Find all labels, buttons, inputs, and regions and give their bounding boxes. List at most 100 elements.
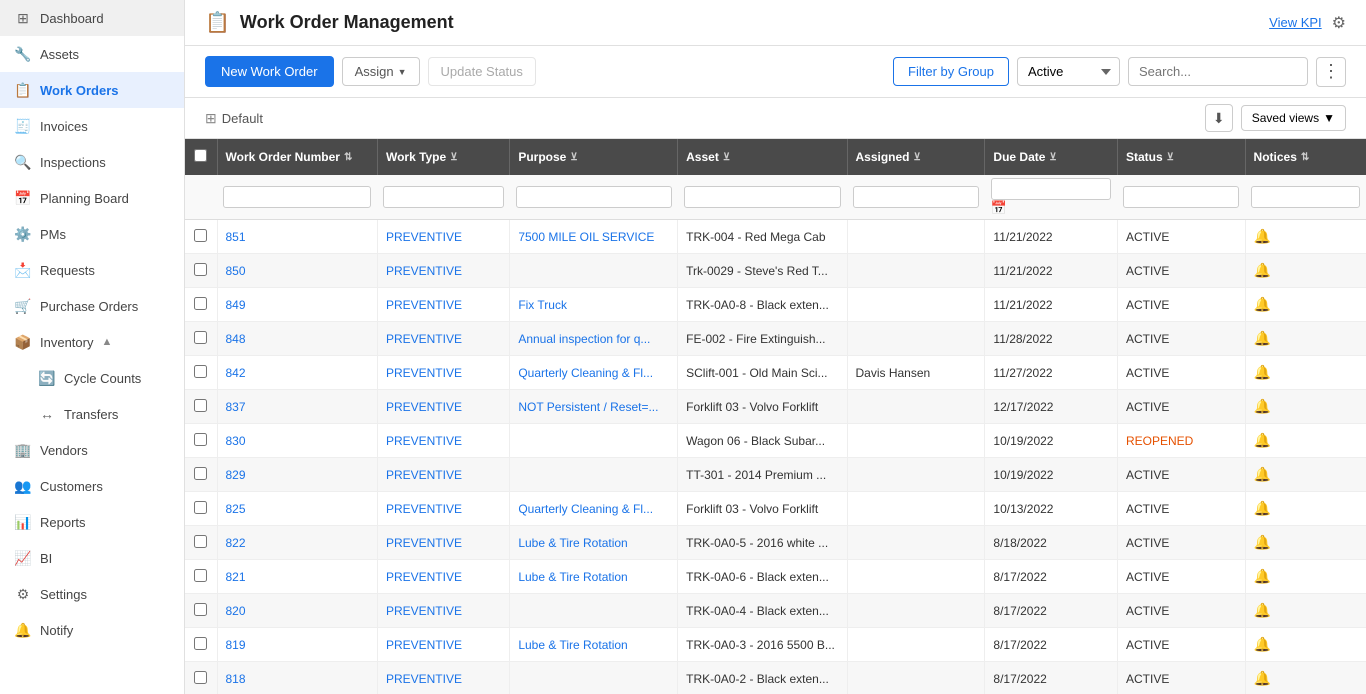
row-checkbox-col[interactable] xyxy=(185,458,217,492)
row-checkbox[interactable] xyxy=(194,671,207,684)
notice-icon[interactable]: 🔔 xyxy=(1254,500,1271,516)
table-row[interactable]: 851 PREVENTIVE 7500 MILE OIL SERVICE TRK… xyxy=(185,220,1366,254)
filter-by-group-button[interactable]: Filter by Group xyxy=(893,57,1009,86)
new-work-order-button[interactable]: New Work Order xyxy=(205,56,334,87)
row-wo-number[interactable]: 818 xyxy=(217,662,377,694)
notice-icon[interactable]: 🔔 xyxy=(1254,432,1271,448)
notice-icon[interactable]: 🔔 xyxy=(1254,568,1271,584)
row-checkbox-col[interactable] xyxy=(185,424,217,458)
table-row[interactable]: 849 PREVENTIVE Fix Truck TRK-0A0-8 - Bla… xyxy=(185,288,1366,322)
row-checkbox[interactable] xyxy=(194,569,207,582)
sidebar-item-inspections[interactable]: 🔍Inspections xyxy=(0,144,184,180)
row-checkbox-col[interactable] xyxy=(185,594,217,628)
row-notice[interactable]: 🔔 xyxy=(1245,356,1366,390)
sidebar-item-customers[interactable]: 👥Customers xyxy=(0,468,184,504)
row-notice[interactable]: 🔔 xyxy=(1245,424,1366,458)
sidebar-item-settings[interactable]: ⚙Settings xyxy=(0,576,184,612)
row-notice[interactable]: 🔔 xyxy=(1245,560,1366,594)
row-notice[interactable]: 🔔 xyxy=(1245,288,1366,322)
notice-icon[interactable]: 🔔 xyxy=(1254,466,1271,482)
table-row[interactable]: 821 PREVENTIVE Lube & Tire Rotation TRK-… xyxy=(185,560,1366,594)
row-checkbox-col[interactable] xyxy=(185,526,217,560)
row-checkbox[interactable] xyxy=(194,365,207,378)
filter-purpose[interactable] xyxy=(510,175,678,220)
th-work-type[interactable]: Work Type⊻ xyxy=(377,139,509,175)
th-due-date[interactable]: Due Date⊻ xyxy=(985,139,1118,175)
row-checkbox[interactable] xyxy=(194,637,207,650)
notice-icon[interactable]: 🔔 xyxy=(1254,364,1271,380)
notice-icon[interactable]: 🔔 xyxy=(1254,602,1271,618)
th-checkbox[interactable] xyxy=(185,139,217,175)
inventory-toggle-icon[interactable]: ▲ xyxy=(101,336,122,348)
row-wo-number[interactable]: 848 xyxy=(217,322,377,356)
saved-views-button[interactable]: Saved views ▼ xyxy=(1241,105,1346,131)
filter-due-date[interactable]: 📅 xyxy=(985,175,1118,220)
filter-assigned-input[interactable] xyxy=(853,186,979,208)
row-notice[interactable]: 🔔 xyxy=(1245,492,1366,526)
sidebar-item-bi[interactable]: 📈BI xyxy=(0,540,184,576)
filter-asset[interactable] xyxy=(678,175,847,220)
row-wo-number[interactable]: 850 xyxy=(217,254,377,288)
download-button[interactable]: ⬇ xyxy=(1205,104,1233,132)
row-wo-number[interactable]: 829 xyxy=(217,458,377,492)
row-wo-number[interactable]: 849 xyxy=(217,288,377,322)
row-wo-number[interactable]: 825 xyxy=(217,492,377,526)
table-row[interactable]: 830 PREVENTIVE Wagon 06 - Black Subar...… xyxy=(185,424,1366,458)
th-status[interactable]: Status⊻ xyxy=(1117,139,1245,175)
notice-icon[interactable]: 🔔 xyxy=(1254,636,1271,652)
th-asset[interactable]: Asset⊻ xyxy=(678,139,847,175)
row-notice[interactable]: 🔔 xyxy=(1245,526,1366,560)
row-notice[interactable]: 🔔 xyxy=(1245,628,1366,662)
table-row[interactable]: 829 PREVENTIVE TT-301 - 2014 Premium ...… xyxy=(185,458,1366,492)
row-notice[interactable]: 🔔 xyxy=(1245,254,1366,288)
table-row[interactable]: 848 PREVENTIVE Annual inspection for q..… xyxy=(185,322,1366,356)
table-row[interactable]: 842 PREVENTIVE Quarterly Cleaning & Fl..… xyxy=(185,356,1366,390)
row-checkbox[interactable] xyxy=(194,501,207,514)
row-wo-number[interactable]: 822 xyxy=(217,526,377,560)
row-notice[interactable]: 🔔 xyxy=(1245,458,1366,492)
notice-icon[interactable]: 🔔 xyxy=(1254,262,1271,278)
row-wo-number[interactable]: 821 xyxy=(217,560,377,594)
sidebar-item-notify[interactable]: 🔔Notify xyxy=(0,612,184,648)
row-checkbox-col[interactable] xyxy=(185,492,217,526)
table-row[interactable]: 837 PREVENTIVE NOT Persistent / Reset=..… xyxy=(185,390,1366,424)
row-checkbox[interactable] xyxy=(194,433,207,446)
sidebar-item-planning-board[interactable]: 📅Planning Board xyxy=(0,180,184,216)
row-checkbox[interactable] xyxy=(194,535,207,548)
notice-icon[interactable]: 🔔 xyxy=(1254,296,1271,312)
filter-asset-input[interactable] xyxy=(684,186,841,208)
sidebar-item-pms[interactable]: ⚙️PMs xyxy=(0,216,184,252)
sidebar-item-dashboard[interactable]: ⊞Dashboard xyxy=(0,0,184,36)
sidebar-item-vendors[interactable]: 🏢Vendors xyxy=(0,432,184,468)
row-notice[interactable]: 🔔 xyxy=(1245,390,1366,424)
row-wo-number[interactable]: 851 xyxy=(217,220,377,254)
sidebar-item-requests[interactable]: 📩Requests xyxy=(0,252,184,288)
row-checkbox[interactable] xyxy=(194,331,207,344)
filter-status-input[interactable] xyxy=(1123,186,1239,208)
row-wo-number[interactable]: 820 xyxy=(217,594,377,628)
row-notice[interactable]: 🔔 xyxy=(1245,594,1366,628)
status-filter-select[interactable]: ActiveAllCompletedReopened xyxy=(1017,57,1120,86)
row-checkbox-col[interactable] xyxy=(185,356,217,390)
row-checkbox[interactable] xyxy=(194,263,207,276)
table-row[interactable]: 825 PREVENTIVE Quarterly Cleaning & Fl..… xyxy=(185,492,1366,526)
th-assigned[interactable]: Assigned⊻ xyxy=(847,139,985,175)
row-wo-number[interactable]: 837 xyxy=(217,390,377,424)
sidebar-item-transfers[interactable]: ↔Transfers xyxy=(0,396,184,432)
notice-icon[interactable]: 🔔 xyxy=(1254,398,1271,414)
assign-button[interactable]: Assign ▼ xyxy=(342,57,420,86)
th-wo-number[interactable]: Work Order Number⇅ xyxy=(217,139,377,175)
view-kpi-link[interactable]: View KPI xyxy=(1269,15,1322,30)
select-all-checkbox[interactable] xyxy=(194,149,207,162)
row-checkbox[interactable] xyxy=(194,603,207,616)
notice-icon[interactable]: 🔔 xyxy=(1254,330,1271,346)
row-checkbox-col[interactable] xyxy=(185,628,217,662)
sidebar-item-inventory[interactable]: 📦Inventory▲ xyxy=(0,324,184,360)
row-checkbox-col[interactable] xyxy=(185,390,217,424)
row-wo-number[interactable]: 830 xyxy=(217,424,377,458)
filter-assigned[interactable] xyxy=(847,175,985,220)
sidebar-item-purchase-orders[interactable]: 🛒Purchase Orders xyxy=(0,288,184,324)
table-row[interactable]: 822 PREVENTIVE Lube & Tire Rotation TRK-… xyxy=(185,526,1366,560)
filter-work-type-input[interactable] xyxy=(383,186,503,208)
row-wo-number[interactable]: 819 xyxy=(217,628,377,662)
